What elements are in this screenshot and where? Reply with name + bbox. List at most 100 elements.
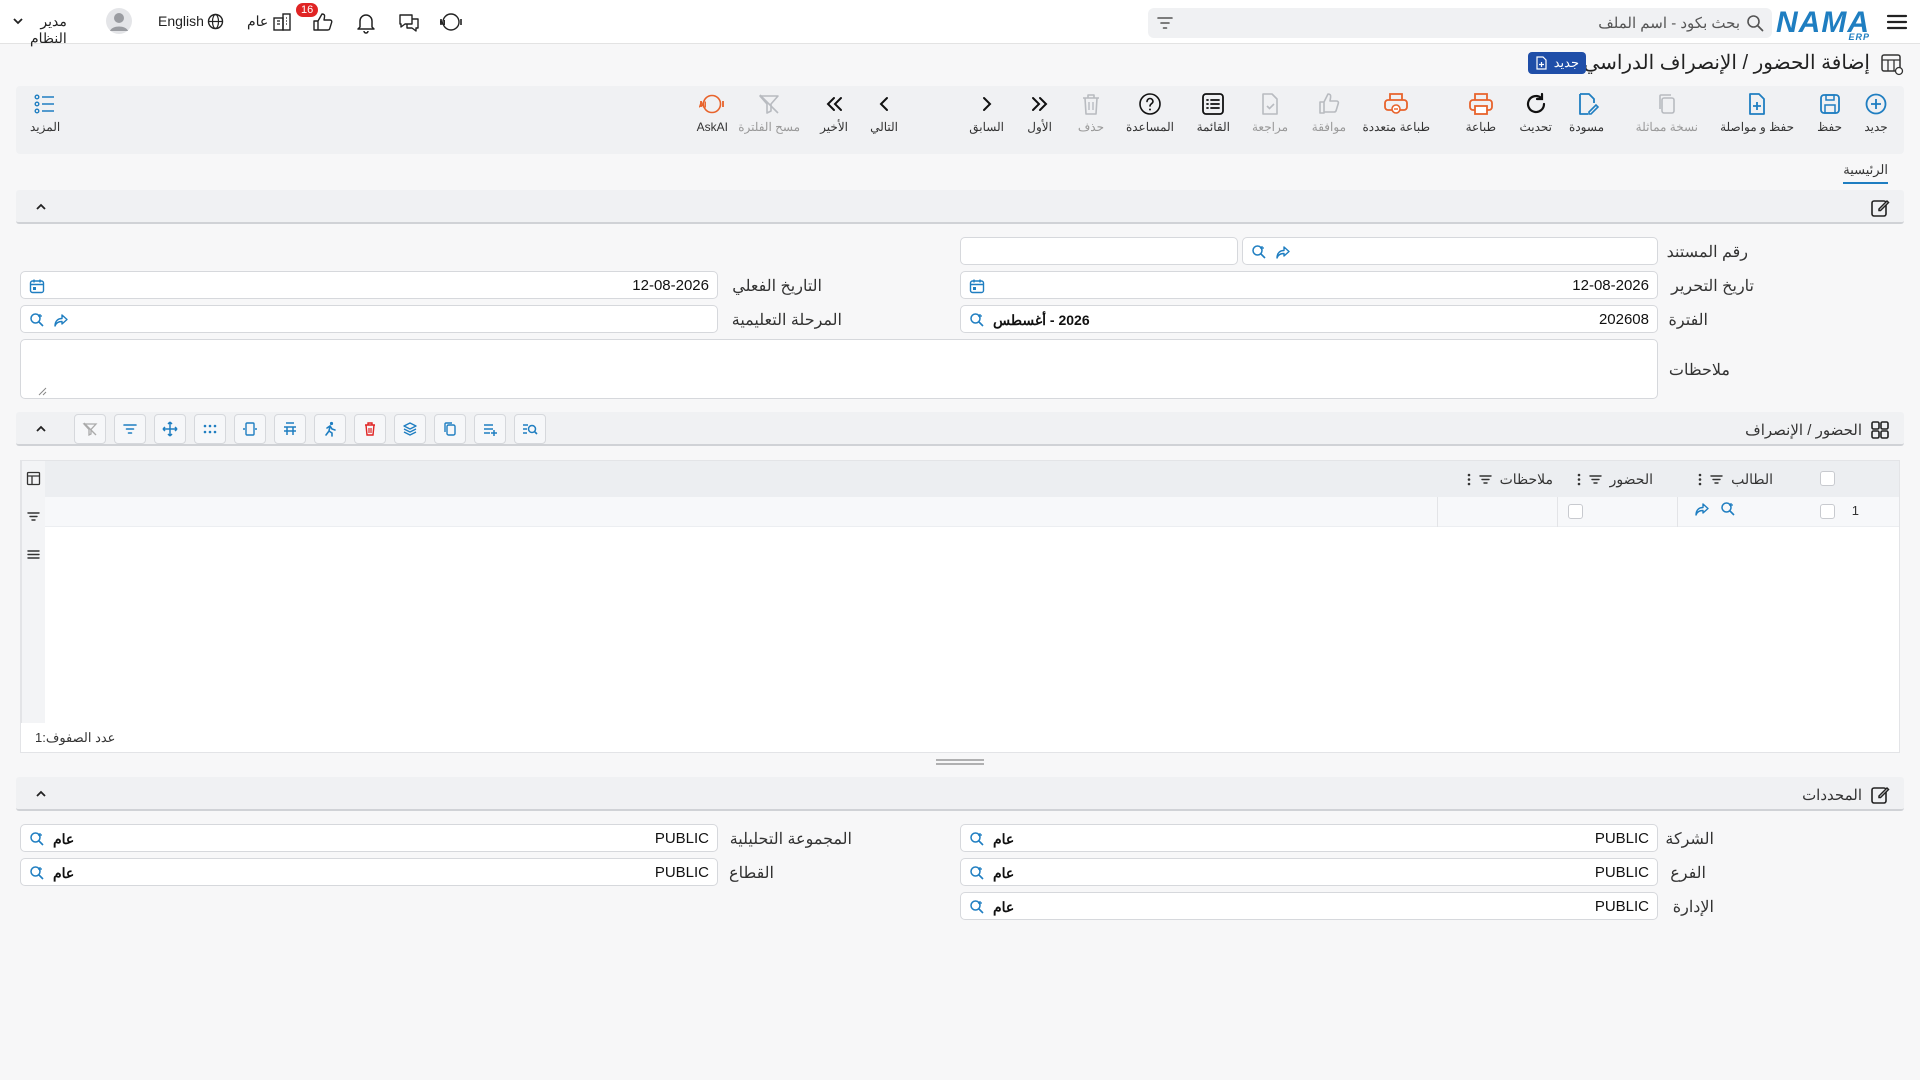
stage-field[interactable]	[20, 305, 718, 333]
student-cell[interactable]	[1677, 497, 1797, 527]
copy-row-icon[interactable]	[434, 414, 466, 444]
notes-textarea[interactable]	[20, 339, 1658, 399]
select-all-checkbox[interactable]	[1820, 471, 1835, 486]
row-select-checkbox[interactable]	[1820, 504, 1835, 519]
help-button[interactable]: المساعدة	[1126, 92, 1174, 134]
attendance-cell[interactable]	[1557, 497, 1677, 527]
add-rows-icon[interactable]	[474, 414, 506, 444]
clear-filter-button[interactable]: مسح الفلترة	[738, 92, 800, 134]
column-filter-icon[interactable]	[1710, 473, 1723, 486]
column-filter-icon[interactable]	[1588, 473, 1602, 486]
language-switch[interactable]: English	[158, 13, 204, 29]
draft-button[interactable]: مسودة	[1569, 92, 1604, 134]
attendance-checkbox[interactable]	[1568, 504, 1583, 519]
save-continue-button[interactable]: حفظ و مواصلة	[1720, 92, 1794, 134]
run-icon[interactable]	[314, 414, 346, 444]
multi-print-button[interactable]: طباعة متعددة	[1362, 92, 1430, 134]
filter-icon[interactable]	[114, 414, 146, 444]
search-lookup-icon[interactable]	[969, 899, 985, 915]
doc-number-secondary-field[interactable]	[960, 237, 1238, 265]
new-button[interactable]: جديد	[1864, 92, 1888, 134]
user-name[interactable]: مدير النظام	[30, 13, 67, 47]
search-lookup-icon[interactable]	[969, 312, 985, 328]
search-lookup-icon[interactable]	[1720, 501, 1736, 517]
search-rows-icon[interactable]	[514, 414, 546, 444]
menu-panel-icon[interactable]	[26, 547, 41, 562]
last-record-button[interactable]: الأخير	[820, 92, 848, 134]
column-student[interactable]: الطالب	[1698, 471, 1773, 488]
tab-main[interactable]: الرئيسية	[1843, 162, 1888, 184]
chevron-down-icon[interactable]	[12, 15, 24, 27]
bell-icon[interactable]	[356, 12, 376, 34]
resize-handle-icon[interactable]	[37, 386, 47, 396]
column-filter-icon[interactable]	[1478, 473, 1492, 486]
edit-icon[interactable]	[1870, 198, 1890, 218]
delete-button[interactable]: حذف	[1078, 92, 1104, 134]
refresh-button[interactable]: تحديث	[1519, 92, 1552, 134]
search-icon[interactable]	[1746, 14, 1764, 32]
duplicate-button[interactable]: نسخة مماثلة	[1636, 92, 1698, 134]
avatar[interactable]	[106, 8, 132, 34]
search-lookup-icon[interactable]	[969, 831, 985, 847]
column-menu-icon[interactable]	[1698, 473, 1702, 486]
period-field[interactable]: 202608 2026 - أغسطس	[960, 305, 1658, 333]
clear-filter-icon[interactable]	[74, 414, 106, 444]
edit-date-field[interactable]: 12-08-2026	[960, 271, 1658, 299]
grid-dots-icon[interactable]	[194, 414, 226, 444]
collapse-chevron-icon[interactable]	[34, 422, 48, 436]
chat-icon[interactable]	[398, 12, 420, 32]
search-lookup-icon[interactable]	[969, 865, 985, 881]
sector-field[interactable]: PUBLIC عام	[20, 858, 718, 886]
list-button[interactable]: القائمة	[1197, 92, 1230, 134]
share-arrow-icon[interactable]	[1275, 244, 1291, 260]
scope-label[interactable]: عام	[247, 13, 268, 30]
ask-ai-button[interactable]: AI AskAI	[697, 92, 728, 134]
columns-panel-icon[interactable]	[26, 471, 41, 486]
department-field[interactable]: PUBLIC عام	[960, 892, 1658, 920]
review-button[interactable]: مراجعة	[1252, 92, 1288, 134]
print-button[interactable]: طباعة	[1466, 92, 1496, 134]
edit-icon[interactable]	[1870, 785, 1890, 805]
more-button[interactable]: المزيد	[30, 92, 60, 134]
calendar-icon[interactable]	[29, 278, 45, 294]
company-switch-icon[interactable]	[272, 12, 292, 32]
company-field[interactable]: PUBLIC عام	[960, 824, 1658, 852]
notes-cell[interactable]	[1437, 497, 1557, 527]
table-insert-icon[interactable]	[274, 414, 306, 444]
search-input[interactable]	[1260, 12, 1740, 34]
calendar-icon[interactable]	[969, 278, 985, 294]
save-button[interactable]: حفظ	[1817, 92, 1842, 134]
collapse-chevron-icon[interactable]	[34, 787, 48, 801]
share-arrow-icon[interactable]	[1694, 501, 1710, 517]
previous-record-button[interactable]: السابق	[969, 92, 1004, 134]
search-lookup-icon[interactable]	[1251, 244, 1267, 260]
column-notes[interactable]: ملاحظات	[1467, 471, 1553, 488]
column-attendance[interactable]: الحضور	[1577, 471, 1653, 488]
move-icon[interactable]	[154, 414, 186, 444]
share-arrow-icon[interactable]	[53, 312, 69, 328]
column-menu-icon[interactable]	[1577, 473, 1581, 486]
app-logo[interactable]: NAMA ERP	[1776, 6, 1870, 42]
delete-row-icon[interactable]	[354, 414, 386, 444]
search-lookup-icon[interactable]	[29, 831, 45, 847]
first-record-button[interactable]: الأول	[1027, 92, 1052, 134]
fit-columns-icon[interactable]	[234, 414, 266, 444]
doc-number-field[interactable]	[1242, 237, 1658, 265]
search-lookup-icon[interactable]	[29, 865, 45, 881]
filter-panel-icon[interactable]	[26, 509, 41, 524]
globe-icon[interactable]	[207, 13, 224, 30]
branch-field[interactable]: PUBLIC عام	[960, 858, 1658, 886]
actual-date-field[interactable]: 12-08-2026	[20, 271, 718, 299]
approve-button[interactable]: موافقة	[1312, 92, 1346, 134]
column-menu-icon[interactable]	[1467, 473, 1471, 486]
filter-icon[interactable]	[1156, 14, 1174, 32]
ai-assistant-icon[interactable]: AI	[440, 11, 462, 33]
section-resize-handle[interactable]	[936, 758, 984, 766]
analytic-group-field[interactable]: PUBLIC عام	[20, 824, 718, 852]
collapse-chevron-icon[interactable]	[34, 200, 48, 214]
table-row[interactable]: 1	[45, 497, 1899, 527]
search-lookup-icon[interactable]	[29, 312, 45, 328]
layers-icon[interactable]	[394, 414, 426, 444]
hamburger-menu-icon[interactable]	[1886, 12, 1908, 32]
next-record-button[interactable]: التالي	[870, 92, 898, 134]
